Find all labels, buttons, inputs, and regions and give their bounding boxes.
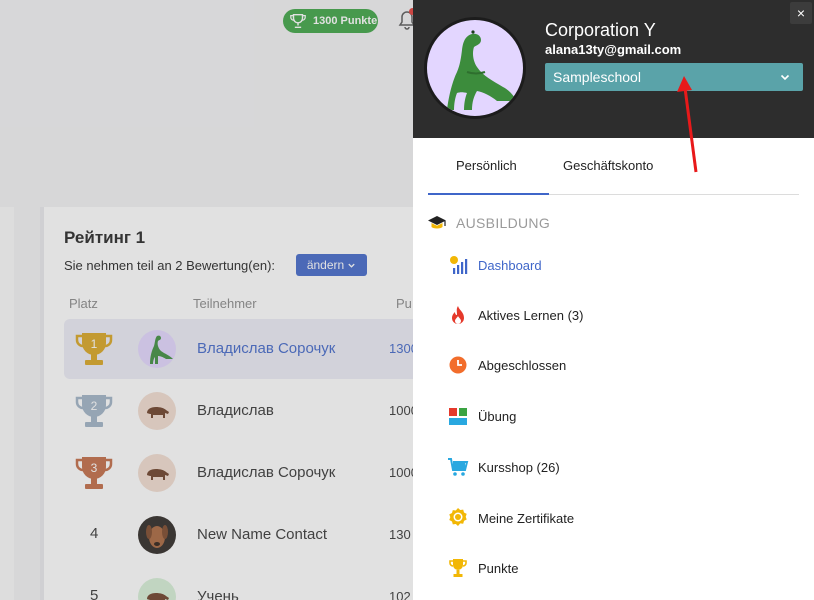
menu-exercise-label: Übung [478, 408, 517, 424]
graduation-cap-icon [428, 216, 446, 229]
menu-exercise[interactable]: Übung [447, 401, 787, 431]
close-panel-button[interactable]: × [790, 2, 812, 24]
cart-icon [447, 456, 469, 478]
chevron-down-icon [780, 74, 790, 81]
profile-avatar-dino-icon[interactable] [424, 17, 526, 119]
menu-course-shop-label: Kursshop (26) [478, 459, 560, 475]
menu-course-shop[interactable]: Kursshop (26) [447, 452, 787, 482]
menu-active-learning[interactable]: Aktives Lernen (3) [447, 300, 787, 330]
company-name: Corporation Y [545, 20, 656, 40]
menu-certificates-label: Meine Zertifikate [478, 510, 575, 526]
menu-active-learning-label: Aktives Lernen (3) [478, 307, 584, 323]
education-section-label: AUSBILDUNG [456, 215, 551, 231]
school-select-value: Sampleschool [553, 69, 641, 85]
profile-side-panel: Corporation Y alana13ty@gmail.com Sample… [413, 0, 814, 600]
tab-business-account[interactable]: Geschäftskonto [563, 158, 653, 173]
menu-completed[interactable]: Abgeschlossen [447, 350, 787, 380]
clock-icon [447, 354, 469, 376]
user-email: alana13ty@gmail.com [545, 42, 682, 57]
menu-dashboard[interactable]: Dashboard [447, 250, 787, 280]
school-select[interactable]: Sampleschool [545, 63, 803, 91]
close-icon: × [796, 5, 806, 21]
tab-personal[interactable]: Persönlich [456, 158, 517, 173]
active-tab-indicator [428, 193, 549, 195]
dashboard-chart-icon [447, 254, 469, 276]
flame-icon [447, 304, 469, 326]
certificate-icon [447, 507, 469, 529]
education-section-title: AUSBILDUNG [427, 215, 550, 231]
blocks-icon [447, 405, 469, 427]
menu-points[interactable]: Punkte [447, 553, 787, 583]
menu-dashboard-label: Dashboard [478, 257, 542, 273]
account-tabs: Persönlich Geschäftskonto [428, 138, 799, 195]
menu-points-label: Punkte [478, 560, 519, 576]
menu-certificates[interactable]: Meine Zertifikate [447, 503, 787, 533]
profile-header: Corporation Y alana13ty@gmail.com Sample… [413, 0, 814, 138]
menu-completed-label: Abgeschlossen [478, 357, 567, 373]
trophy-icon [447, 557, 469, 579]
